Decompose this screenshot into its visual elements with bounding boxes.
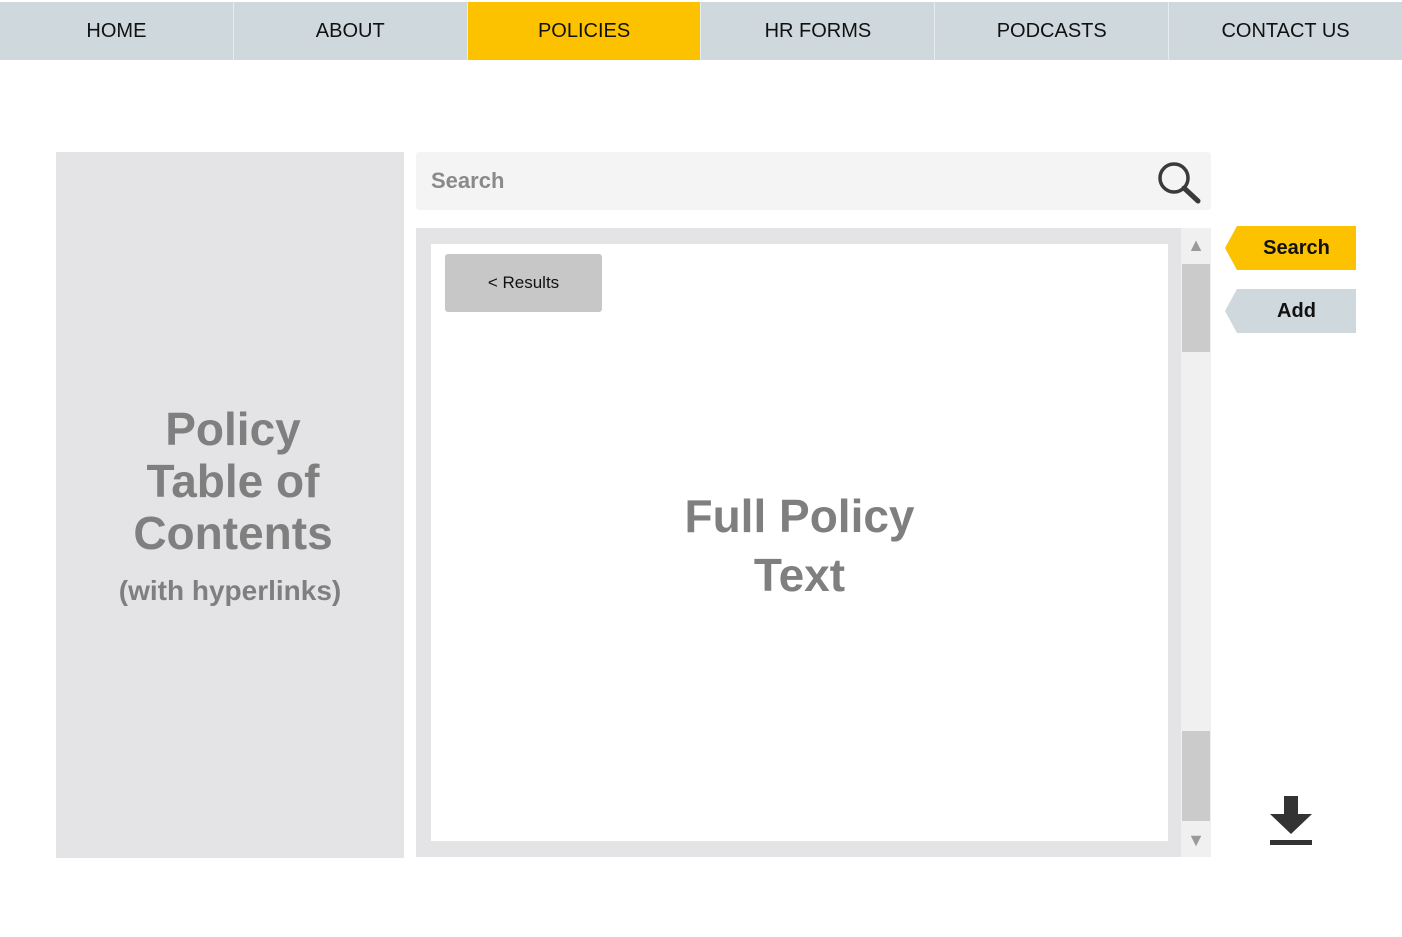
search-bar bbox=[416, 152, 1211, 210]
policy-text-line: Full Policy bbox=[684, 489, 915, 542]
add-button[interactable]: Add bbox=[1225, 289, 1356, 333]
search-icon[interactable] bbox=[1154, 160, 1204, 204]
toc-title-line: Policy bbox=[165, 403, 301, 455]
policy-scrollbar[interactable]: ▲ ▼ bbox=[1181, 228, 1211, 857]
nav-about[interactable]: ABOUT bbox=[233, 2, 468, 60]
nav-contact-us[interactable]: CONTACT US bbox=[1169, 2, 1402, 60]
toc-title-line: Contents bbox=[133, 507, 333, 559]
policy-text: Full Policy Text bbox=[431, 244, 1168, 841]
search-input[interactable] bbox=[416, 152, 1146, 210]
toc-title-line: Table of bbox=[146, 455, 320, 507]
scroll-thumb[interactable] bbox=[1182, 264, 1210, 352]
policy-text-line: Text bbox=[753, 548, 846, 601]
scroll-down-arrow-icon[interactable]: ▼ bbox=[1181, 825, 1211, 855]
top-nav: HOME ABOUT POLICIES HR FORMS PODCASTS CO… bbox=[0, 2, 1402, 60]
nav-hr-forms[interactable]: HR FORMS bbox=[701, 2, 936, 60]
download-icon[interactable] bbox=[1266, 794, 1316, 850]
policy-document: Full Policy Text < Results bbox=[431, 244, 1168, 841]
toc-title: Policy Table of Contents bbox=[113, 403, 353, 559]
nav-home[interactable]: HOME bbox=[0, 2, 234, 60]
scroll-up-arrow-icon[interactable]: ▲ bbox=[1181, 230, 1211, 260]
nav-podcasts[interactable]: PODCASTS bbox=[935, 2, 1170, 60]
policy-viewer: Full Policy Text < Results bbox=[416, 228, 1181, 857]
nav-policies[interactable]: POLICIES bbox=[467, 2, 702, 60]
search-button[interactable]: Search bbox=[1225, 226, 1356, 270]
toc-subtitle: (with hyperlinks) bbox=[118, 575, 342, 606]
scroll-thumb[interactable] bbox=[1182, 731, 1210, 821]
policy-toc-panel[interactable]: Policy Table of Contents (with hyperlink… bbox=[56, 152, 404, 858]
back-to-results-button[interactable]: < Results bbox=[445, 254, 602, 312]
